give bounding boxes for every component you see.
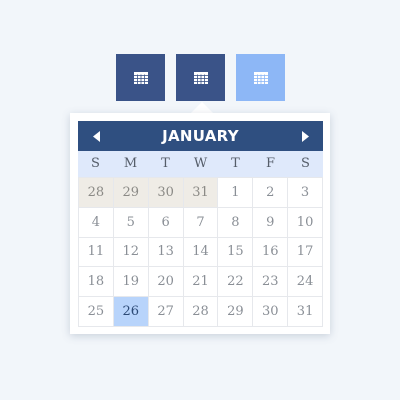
day-cell[interactable]: 13	[148, 237, 184, 268]
day-cell[interactable]: 1	[218, 178, 254, 208]
day-cell[interactable]: 7	[183, 207, 219, 238]
day-cell[interactable]: 8	[218, 207, 254, 238]
day-cell[interactable]: 19	[113, 267, 149, 298]
day-cell[interactable]: 23	[253, 267, 289, 298]
calendar-button-2[interactable]	[176, 54, 225, 101]
day-cell[interactable]: 30	[148, 178, 184, 208]
day-cell[interactable]: 16	[253, 237, 289, 268]
day-cell[interactable]: 20	[148, 267, 184, 298]
day-cell[interactable]: 31	[288, 297, 323, 327]
day-cell[interactable]: 15	[218, 237, 254, 268]
day-cell[interactable]: 4	[79, 207, 114, 238]
month-title: JANUARY	[162, 127, 239, 145]
next-month-button[interactable]	[293, 121, 317, 151]
weekday-label: F	[265, 156, 276, 171]
day-cell[interactable]: 10	[288, 207, 323, 238]
day-cell[interactable]: 14	[183, 237, 219, 268]
day-cell[interactable]: 30	[253, 297, 289, 327]
weekday-label: T	[161, 156, 170, 171]
day-cell[interactable]: 22	[218, 267, 254, 298]
calendar-icon	[133, 71, 148, 84]
day-cell[interactable]: 5	[113, 207, 149, 238]
day-cell-today[interactable]: 26	[113, 297, 149, 327]
day-cell[interactable]: 3	[288, 178, 323, 208]
weekday-label: W	[193, 156, 208, 171]
day-cell[interactable]: 25	[79, 297, 114, 327]
day-cell[interactable]: 27	[148, 297, 184, 327]
weekday-label: S	[301, 156, 310, 171]
day-cell[interactable]: 29	[113, 178, 149, 208]
datepicker-popover: JANUARY S M T W T F S 28 29 30 31 1 2 3 …	[70, 113, 330, 334]
weekday-header-row: S M T W T F S	[78, 151, 323, 177]
day-cell[interactable]: 28	[79, 178, 114, 208]
day-cell[interactable]: 31	[183, 178, 219, 208]
weekday-label: M	[123, 156, 138, 171]
day-cell[interactable]: 18	[79, 267, 114, 298]
triangle-right-icon	[301, 130, 309, 142]
weekday-label: S	[91, 156, 100, 171]
calendar-button-3[interactable]	[236, 54, 285, 101]
calendar-icon	[193, 71, 208, 84]
day-cell[interactable]: 11	[79, 237, 114, 268]
calendar-button-1[interactable]	[116, 54, 165, 101]
weekday-label: T	[231, 156, 240, 171]
day-cell[interactable]: 2	[253, 178, 289, 208]
day-cell[interactable]: 6	[148, 207, 184, 238]
day-cell[interactable]: 28	[183, 297, 219, 327]
day-cell[interactable]: 21	[183, 267, 219, 298]
popover-arrow	[191, 102, 213, 113]
calendar-header: JANUARY	[78, 121, 323, 151]
day-cell[interactable]: 12	[113, 237, 149, 268]
calendar-icon	[253, 71, 268, 84]
day-cell[interactable]: 17	[288, 237, 323, 268]
day-cell[interactable]: 9	[253, 207, 289, 238]
day-cell[interactable]: 24	[288, 267, 323, 298]
day-grid: 28 29 30 31 1 2 3 4 5 6 7 8 9 10 11 12 1…	[78, 177, 323, 327]
day-cell[interactable]: 29	[218, 297, 254, 327]
